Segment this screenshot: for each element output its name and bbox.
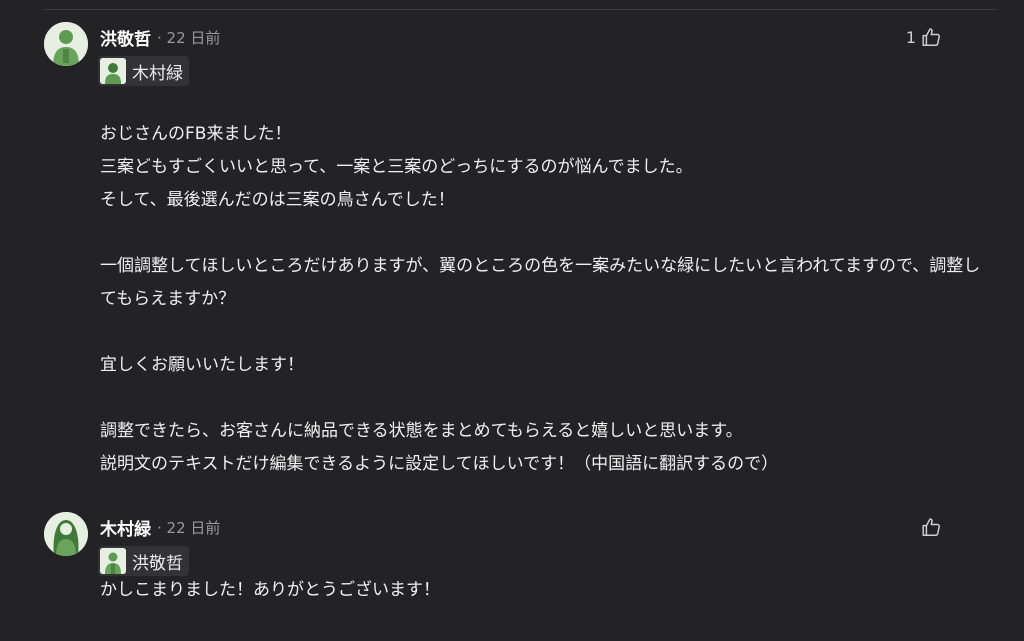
paragraph: 宜しくお願いいたします！ bbox=[100, 349, 984, 382]
thumbs-up-icon[interactable] bbox=[920, 26, 942, 48]
text-line: かしこまりました！ありがとうございます！ bbox=[100, 580, 440, 600]
comment-header: 木村緑 · 22 日前 bbox=[100, 514, 220, 540]
text-line: おじさんのFB来ました！ bbox=[100, 124, 292, 144]
author-avatar[interactable] bbox=[44, 512, 88, 556]
mention-avatar bbox=[100, 58, 126, 84]
paragraph: 調整できたら、お客さんに納品できる状態をまとめてもらえると嬉しいと思います。 説… bbox=[100, 415, 984, 481]
author-avatar[interactable] bbox=[44, 22, 88, 66]
timestamp: · 22 日前 bbox=[157, 518, 221, 537]
mention-tag[interactable]: 洪敬哲 bbox=[98, 546, 189, 576]
paragraph: かしこまりました！ありがとうございます！ bbox=[100, 574, 984, 607]
comment-body: おじさんのFB来ました！ 三案どもすごくいいと思って、一案と三案のどっちにするの… bbox=[100, 118, 984, 481]
text-line: 説明文のテキストだけ編集できるように設定してほしいです！（中国語に翻訳するので） bbox=[100, 454, 779, 474]
like-count: 1 bbox=[905, 27, 916, 47]
mention-tag[interactable]: 木村緑 bbox=[98, 56, 189, 86]
text-line: そして、最後選んだのは三案の鳥さんでした！ bbox=[100, 190, 455, 210]
paragraph: おじさんのFB来ました！ 三案どもすごくいいと思って、一案と三案のどっちにするの… bbox=[100, 118, 984, 217]
like-control: 1 bbox=[906, 24, 942, 50]
paragraph: 一個調整してほしいところだけありますが、翼のところの色を一案みたいな緑にしたいと… bbox=[100, 250, 984, 316]
mention-name: 木村緑 bbox=[132, 63, 183, 84]
like-control bbox=[916, 514, 942, 540]
comment-body: かしこまりました！ありがとうございます！ bbox=[100, 574, 984, 607]
comment-header: 洪敬哲 · 22 日前 bbox=[100, 24, 220, 50]
author-name[interactable]: 木村緑 bbox=[100, 515, 151, 540]
top-divider bbox=[44, 9, 998, 10]
mention-avatar bbox=[100, 548, 126, 574]
text-line: 調整できたら、お客さんに納品できる状態をまとめてもらえると嬉しいと思います。 bbox=[100, 421, 743, 441]
timestamp: · 22 日前 bbox=[157, 28, 221, 47]
author-name[interactable]: 洪敬哲 bbox=[100, 25, 151, 50]
thumbs-up-icon[interactable] bbox=[920, 516, 942, 538]
mention-name: 洪敬哲 bbox=[132, 553, 183, 574]
text-line: 宜しくお願いいたします！ bbox=[100, 355, 304, 375]
text-line: 三案どもすごくいいと思って、一案と三案のどっちにするのが悩んでました。 bbox=[100, 157, 693, 177]
text-line: 一個調整してほしいところだけありますが、翼のところの色を一案みたいな緑にしたいと… bbox=[100, 256, 981, 309]
